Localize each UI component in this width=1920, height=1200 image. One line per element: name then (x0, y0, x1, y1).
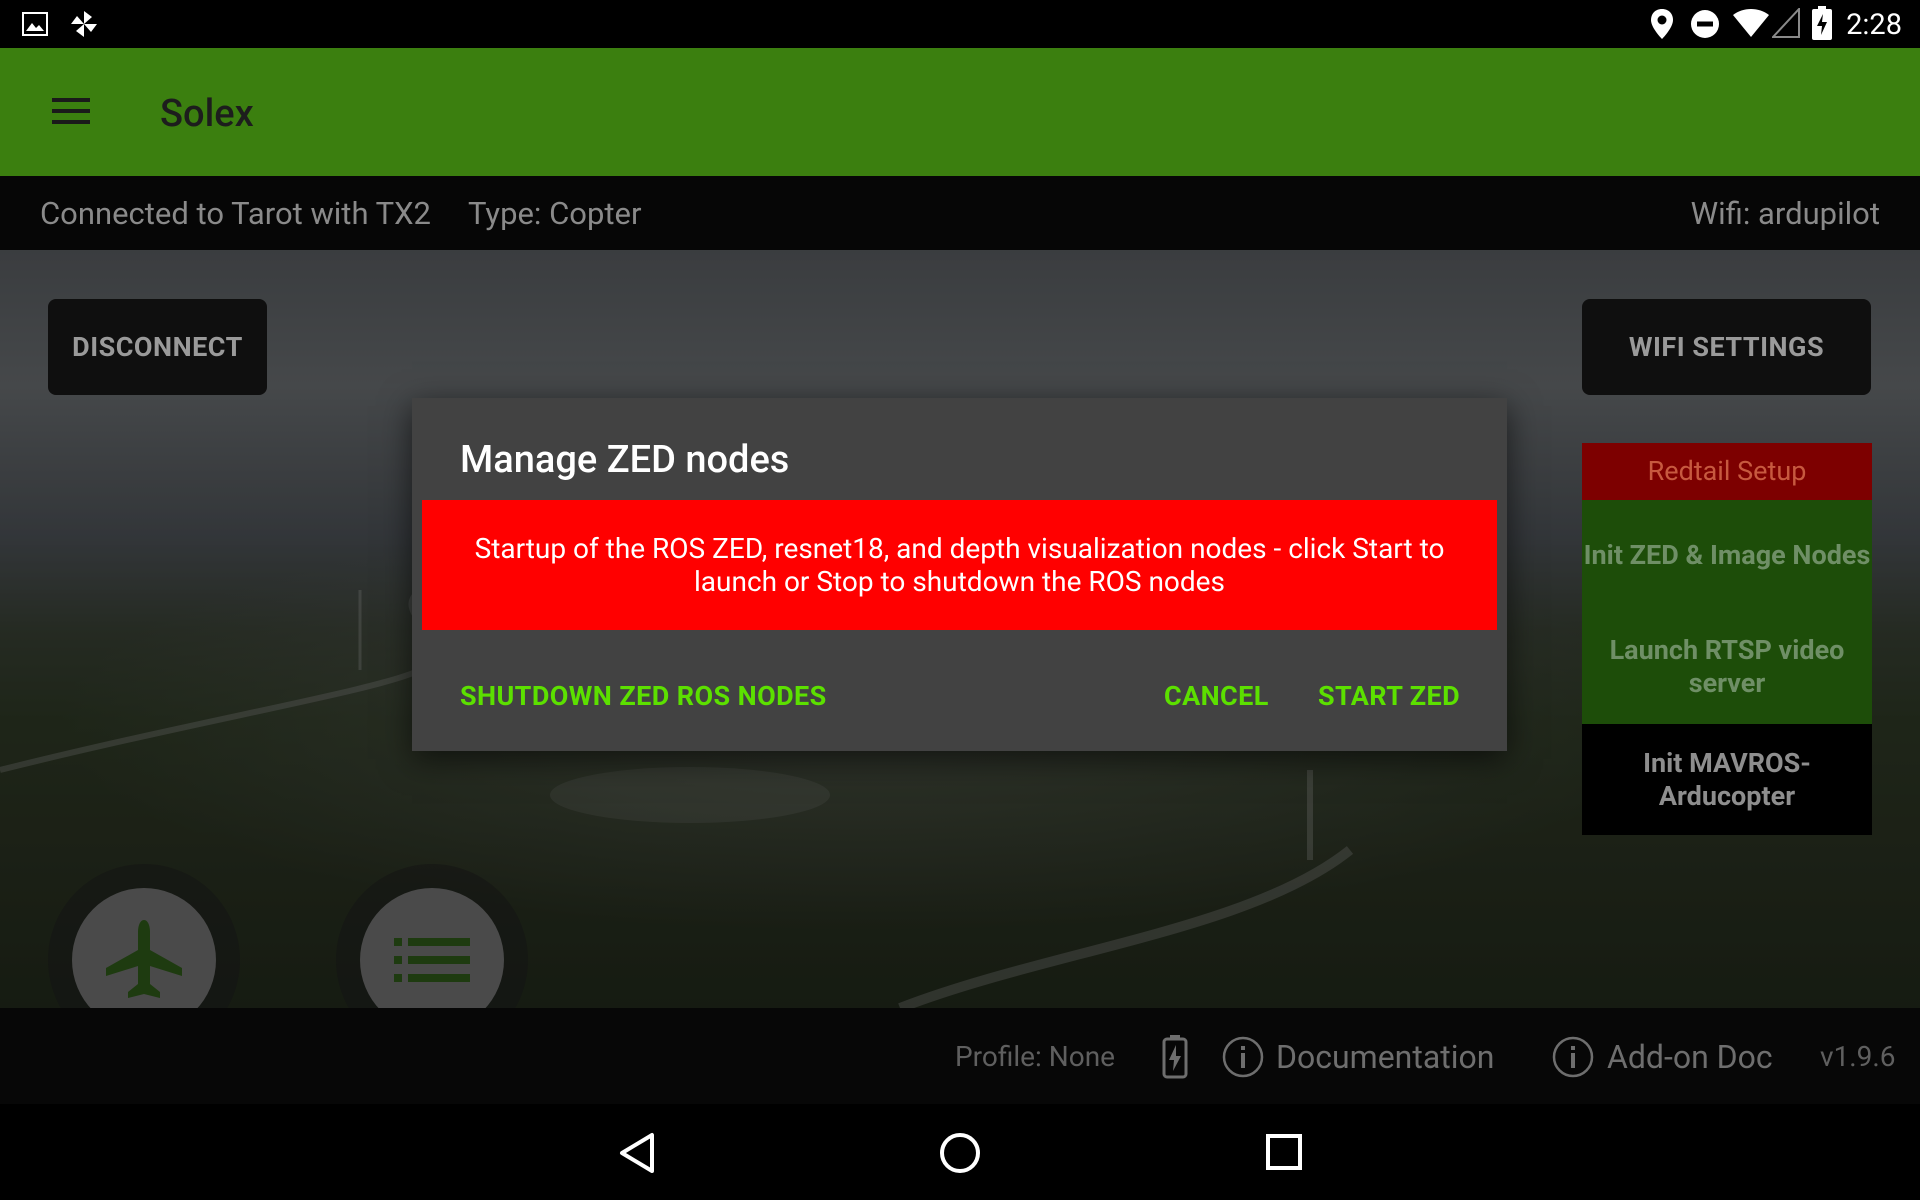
recents-icon[interactable] (1266, 1134, 1302, 1170)
connection-status: Connected to Tarot with TX2 (40, 195, 431, 232)
cell-signal-icon (1772, 8, 1800, 38)
wifi-settings-button[interactable]: WIFI SETTINGS (1582, 299, 1871, 395)
battery-icon (1162, 1035, 1188, 1079)
disconnect-button[interactable]: DISCONNECT (48, 299, 267, 395)
addon-doc-link[interactable]: Add-on Doc (1607, 1038, 1773, 1076)
info-icon (1552, 1036, 1594, 1078)
navigation-bar (0, 1104, 1920, 1200)
dialog-message-text: Startup of the ROS ZED, resnet18, and de… (474, 532, 1445, 598)
pinwheel-icon (71, 11, 97, 37)
info-icon (1222, 1036, 1264, 1078)
profile-label: Profile: None (955, 1040, 1116, 1073)
list-icon (394, 938, 470, 982)
redtail-setup-header: Redtail Setup (1582, 443, 1872, 500)
launch-rtsp-button[interactable]: Launch RTSP video server (1582, 610, 1872, 724)
redtail-setup-panel: Redtail Setup Init ZED & Image Nodes Lau… (1582, 443, 1872, 835)
app-bar (0, 48, 1920, 176)
init-mavros-button[interactable]: Init MAVROS-Arducopter (1582, 724, 1872, 835)
version-label: v1.9.6 (1820, 1040, 1896, 1073)
wifi-icon (1733, 9, 1769, 37)
documentation-link[interactable]: Documentation (1276, 1038, 1494, 1076)
image-icon (22, 12, 48, 36)
back-icon[interactable] (618, 1132, 658, 1174)
airplane-icon (106, 920, 182, 998)
shutdown-zed-button[interactable]: SHUTDOWN ZED ROS NODES (460, 680, 827, 712)
dialog-title: Manage ZED nodes (460, 438, 790, 482)
app-title: Solex (160, 92, 254, 136)
start-zed-button[interactable]: START ZED (1318, 680, 1460, 712)
vehicle-type: Type: Copter (468, 195, 642, 232)
dialog-message: Startup of the ROS ZED, resnet18, and de… (422, 500, 1497, 630)
cancel-button[interactable]: CANCEL (1164, 680, 1269, 712)
battery-charging-icon (1812, 6, 1832, 40)
status-bar: 2:28 (0, 0, 1920, 48)
wifi-status: Wifi: ardupilot (1690, 195, 1880, 232)
location-icon (1651, 9, 1673, 39)
do-not-disturb-icon (1691, 10, 1719, 38)
init-zed-button[interactable]: Init ZED & Image Nodes (1582, 500, 1872, 610)
home-icon[interactable] (939, 1132, 981, 1174)
hamburger-menu-icon[interactable] (52, 98, 90, 124)
clock: 2:28 (1846, 8, 1902, 42)
